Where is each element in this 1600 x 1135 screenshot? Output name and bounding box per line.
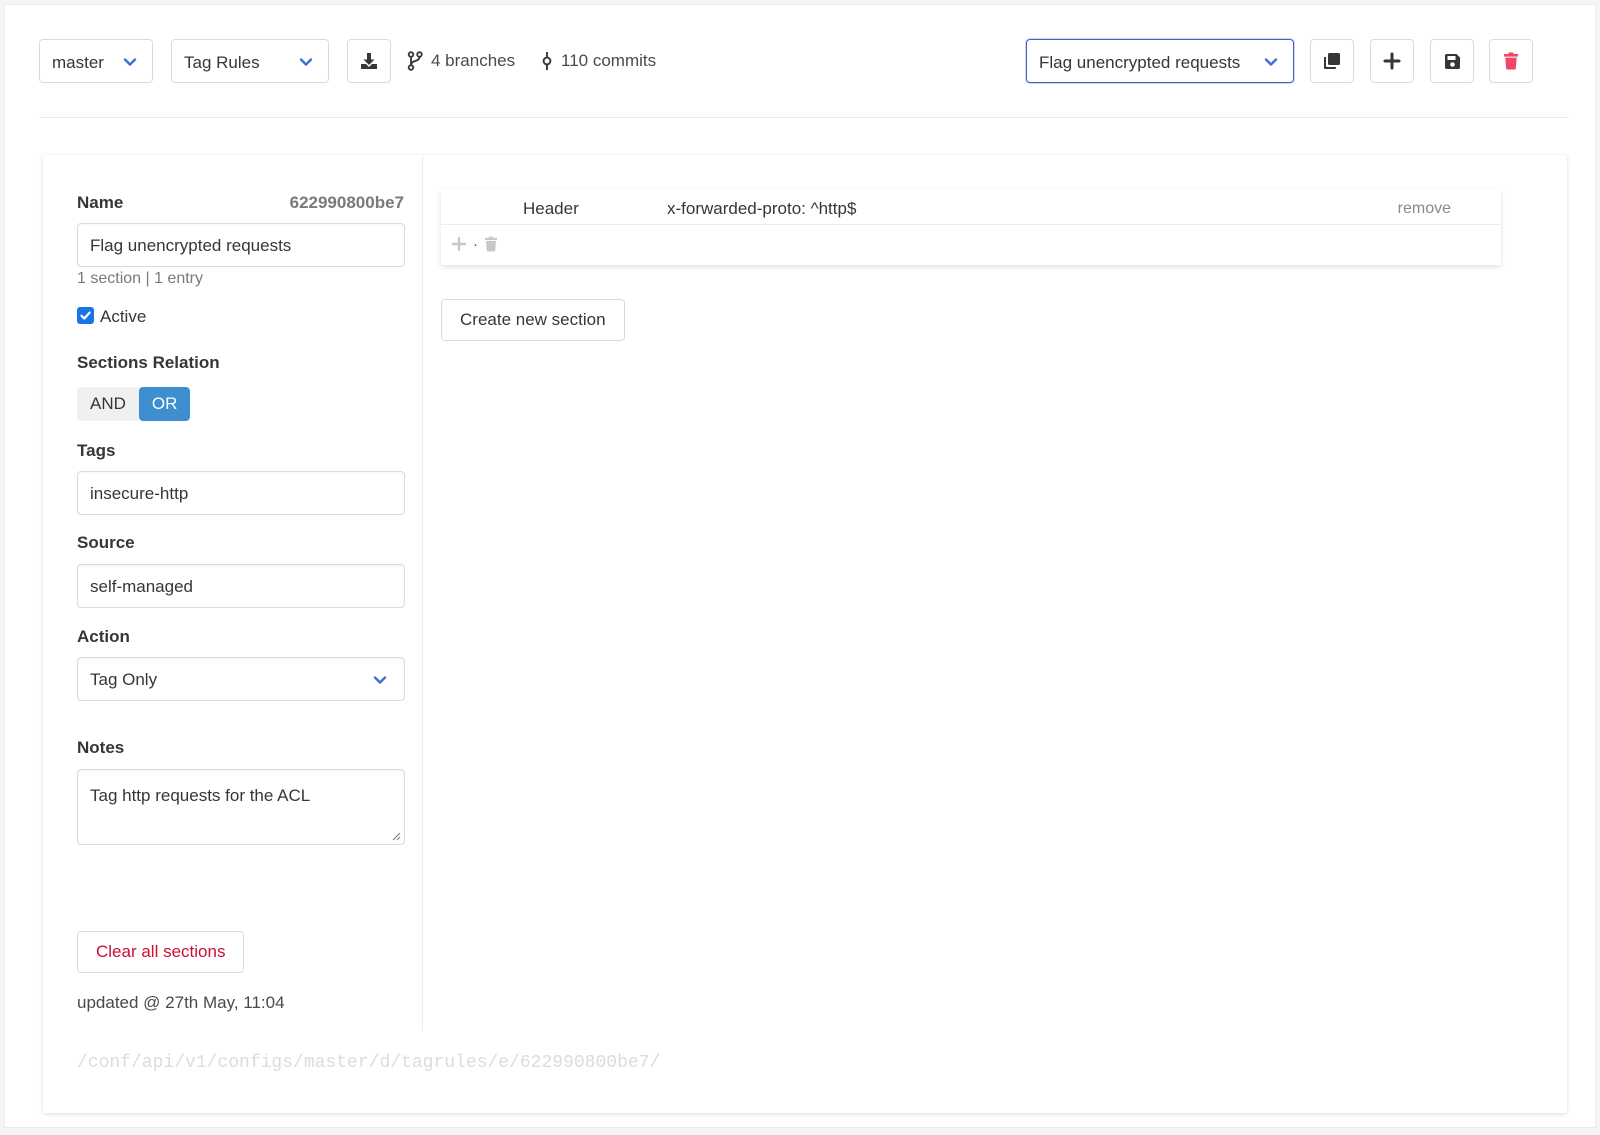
doc-type-select-value: Tag Rules: [184, 53, 260, 72]
name-input[interactable]: Flag unencrypted requests: [77, 223, 405, 267]
tags-input[interactable]: insecure-http: [77, 471, 405, 515]
entry-type: Header: [523, 199, 579, 218]
section-tools: ·: [451, 235, 498, 253]
chevron-down-icon: [123, 58, 137, 66]
active-label: Active: [100, 307, 147, 326]
commits-label: 110 commits: [561, 51, 657, 70]
relation-and-button[interactable]: AND: [77, 387, 139, 421]
duplicate-document-button[interactable]: [1310, 39, 1354, 83]
plus-icon: [1383, 52, 1401, 70]
notes-textarea[interactable]: Tag http requests for the ACL: [77, 769, 405, 845]
name-input-value: Flag unencrypted requests: [90, 236, 292, 255]
resize-grip-icon[interactable]: [391, 831, 401, 841]
commits-count[interactable]: 110 commits: [541, 51, 656, 71]
section-card: Header x-forwarded-proto: ^http$ remove …: [441, 189, 1501, 265]
branches-label: 4 branches: [431, 51, 516, 70]
tags-label: Tags: [77, 441, 116, 460]
section-entry-row: Header x-forwarded-proto: ^http$ remove: [441, 189, 1501, 225]
create-new-section-button[interactable]: Create new section: [441, 299, 625, 341]
active-checkbox[interactable]: Active: [77, 306, 147, 327]
section-entry-summary: 1 section | 1 entry: [77, 270, 203, 287]
branch-select[interactable]: master: [39, 39, 153, 83]
notes-label: Notes: [77, 738, 125, 757]
chevron-down-icon: [373, 676, 387, 684]
source-input-value: self-managed: [90, 577, 194, 596]
relation-or-button[interactable]: OR: [138, 387, 191, 421]
tags-input-value: insecure-http: [90, 484, 189, 503]
chevron-down-icon: [299, 58, 313, 66]
delete-document-button[interactable]: [1489, 39, 1533, 83]
clone-icon: [1324, 53, 1340, 69]
action-select-value: Tag Only: [90, 670, 158, 689]
entry-rule: x-forwarded-proto: ^http$: [667, 199, 857, 218]
name-label: Name: [77, 193, 124, 212]
document-properties-panel: Name 622990800be7 Flag unencrypted reque…: [43, 155, 423, 1031]
sections-relation-toggle: AND OR: [77, 387, 191, 421]
sections-relation-label: Sections Relation: [77, 353, 220, 372]
source-label: Source: [77, 533, 135, 552]
checkbox-checked-icon: [77, 306, 94, 324]
save-document-button[interactable]: [1430, 39, 1474, 83]
action-label: Action: [77, 627, 130, 646]
download-icon: [361, 53, 377, 69]
notes-textarea-value: Tag http requests for the ACL: [90, 786, 311, 805]
action-select[interactable]: Tag Only: [77, 657, 405, 701]
source-input[interactable]: self-managed: [77, 564, 405, 608]
last-updated: updated @ 27th May, 11:04: [77, 993, 285, 1012]
api-url: /conf/api/v1/configs/master/d/tagrules/e…: [77, 1053, 661, 1073]
tools-separator: ·: [473, 235, 478, 253]
clear-all-sections-button[interactable]: Clear all sections: [77, 931, 245, 973]
branches-count[interactable]: 4 branches: [407, 51, 515, 71]
download-button[interactable]: [347, 39, 391, 83]
document-select-value: Flag unencrypted requests: [1039, 53, 1241, 72]
toolbar-divider: [39, 117, 1569, 118]
trash-icon: [1504, 52, 1518, 70]
remove-entry-link[interactable]: remove: [1398, 199, 1451, 219]
branch-select-value: master: [52, 53, 104, 72]
doc-type-select[interactable]: Tag Rules: [171, 39, 329, 83]
code-commit-icon: [542, 52, 552, 70]
document-id: 622990800be7: [289, 193, 404, 212]
plus-icon[interactable]: [451, 236, 467, 252]
document-select[interactable]: Flag unencrypted requests: [1026, 39, 1294, 83]
tag-rule-editor: Name 622990800be7 Flag unencrypted reque…: [43, 155, 1567, 1113]
code-branch-icon: [407, 51, 423, 71]
chevron-down-icon: [1264, 58, 1278, 66]
trash-icon[interactable]: [484, 235, 498, 253]
app-frame: master Tag Rules 4 branches 110 commits …: [4, 4, 1596, 1128]
add-document-button[interactable]: [1370, 39, 1414, 83]
save-icon: [1444, 53, 1460, 69]
